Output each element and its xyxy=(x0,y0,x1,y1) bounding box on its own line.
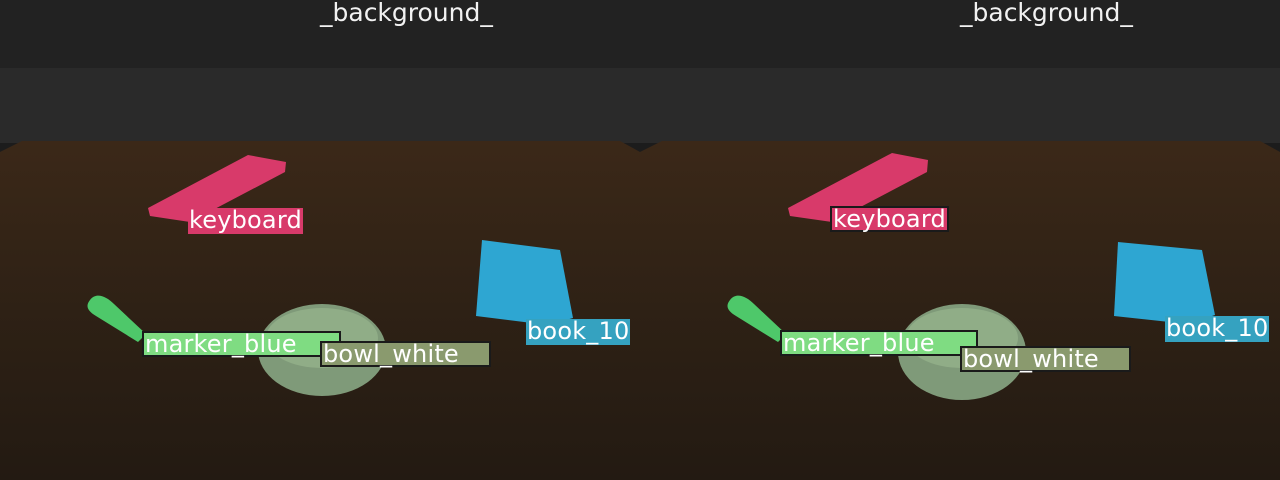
book-mask xyxy=(1114,242,1215,324)
segmentation-view-right: _background_ keyboard marker_blue bowl_w… xyxy=(640,0,1280,480)
book-label: book_10 xyxy=(526,317,631,345)
marker-label: marker_blue xyxy=(780,330,978,356)
background-label: _background_ xyxy=(320,0,493,27)
scene-image-right xyxy=(640,0,1280,480)
book-mask xyxy=(476,240,573,325)
background-label: _background_ xyxy=(960,0,1133,27)
keyboard-label: keyboard xyxy=(188,206,303,234)
marker-label: marker_blue xyxy=(142,331,341,357)
keyboard-label: keyboard xyxy=(830,206,949,232)
book-label: book_10 xyxy=(1165,314,1270,342)
scene-image-left xyxy=(0,0,640,480)
bowl-label: bowl_white xyxy=(960,346,1131,372)
bowl-label: bowl_white xyxy=(320,341,491,367)
segmentation-view-left: _background_ keyboard marker_blue bowl_w… xyxy=(0,0,640,480)
